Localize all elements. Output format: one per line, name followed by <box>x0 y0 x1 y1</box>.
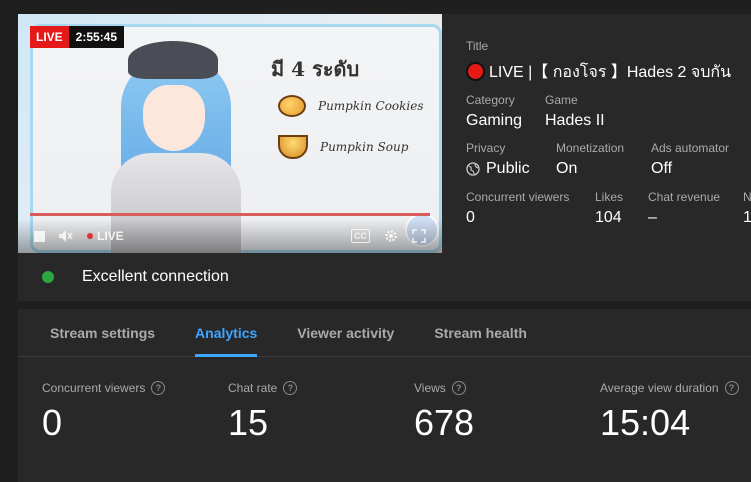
live-label: LIVE <box>30 26 69 48</box>
monetization-label: Monetization <box>556 141 625 155</box>
concurrent-viewers-field: Concurrent viewers 0 <box>466 190 569 227</box>
game-value: Hades II <box>545 112 605 129</box>
monetization-field: Monetization On <box>556 141 624 178</box>
metric-label: Chat rate <box>228 381 278 395</box>
privacy-value: Public <box>486 160 530 177</box>
likes-field: Likes 104 <box>595 190 623 227</box>
chat-revenue-value: – <box>648 209 657 226</box>
concurrent-viewers-value: 0 <box>466 209 475 226</box>
tab-viewer-activity[interactable]: Viewer activity <box>297 309 394 356</box>
red-circle-icon <box>466 62 485 81</box>
tab-stream-health[interactable]: Stream health <box>434 309 527 356</box>
category-label: Category <box>466 93 515 107</box>
progress-bar[interactable] <box>30 213 430 216</box>
connection-label: Excellent connection <box>82 268 229 285</box>
character-face <box>143 85 205 151</box>
live-dot-icon <box>87 233 93 239</box>
thumbnail-item-label: Pumpkin Cookies <box>318 99 424 113</box>
metric-value: 15 <box>228 402 269 443</box>
tab-analytics[interactable]: Analytics <box>195 309 258 357</box>
category-field: Category Gaming <box>466 93 522 130</box>
ads-automator-value: Off <box>651 160 673 177</box>
mute-icon[interactable] <box>59 230 73 242</box>
connection-status: Excellent connection <box>18 253 442 301</box>
tab-bar: Stream settings Analytics Viewer activit… <box>18 309 751 357</box>
live-indicator-label: LIVE <box>97 229 124 243</box>
ads-automator-label: Ads automator <box>651 141 730 155</box>
category-value: Gaming <box>466 112 523 129</box>
metric-value: 678 <box>414 402 475 443</box>
likes-value: 104 <box>595 209 622 226</box>
help-icon[interactable]: ? <box>151 381 166 395</box>
player-controls: LIVE CC <box>18 219 442 253</box>
video-player[interactable]: มี 4 ระดับ Pumpkin Cookies Pumpkin Soup … <box>18 14 442 253</box>
fullscreen-icon[interactable] <box>412 229 426 243</box>
concurrent-viewers-label: Concurrent viewers <box>466 190 570 204</box>
tab-stream-settings[interactable]: Stream settings <box>50 309 155 356</box>
character-hat <box>128 41 218 79</box>
stream-details: Title LIVE |【 กองโจร 】Hades 2 จบกัน Cate… <box>466 14 751 301</box>
title-label: Title <box>466 39 489 53</box>
title-field: Title LIVE |【 กองโจร 】Hades 2 จบกัน <box>466 39 731 85</box>
privacy-label: Privacy <box>466 141 506 155</box>
metric-label: Average view duration <box>600 381 719 395</box>
soup-icon <box>278 135 308 159</box>
title-value: LIVE |【 กองโจร 】Hades 2 จบกัน <box>489 64 732 81</box>
status-dot-icon <box>42 271 54 283</box>
chat-revenue-label: Chat revenue <box>648 190 721 204</box>
metric-views: Views ? 678 <box>414 381 474 444</box>
live-badge: LIVE 2:55:45 <box>30 26 125 48</box>
ads-automator-field: Ads automator Off <box>651 141 729 178</box>
metric-average-view-duration: Average view duration ? 15:04 <box>600 381 739 444</box>
truncated-field: N 1 <box>743 190 751 227</box>
thumbnail-heading: มี 4 ระดับ <box>271 57 360 81</box>
metric-concurrent-viewers: Concurrent viewers ? 0 <box>42 381 166 444</box>
privacy-field: Privacy Public <box>466 141 530 178</box>
elapsed-time: 2:55:45 <box>68 26 125 48</box>
truncated-value: 1 <box>743 209 751 226</box>
gear-icon[interactable] <box>384 229 398 243</box>
help-icon[interactable]: ? <box>724 381 739 395</box>
game-label: Game <box>545 93 578 107</box>
truncated-label: N <box>743 190 751 204</box>
pumpkin-icon <box>278 95 306 117</box>
monetization-value: On <box>556 160 578 177</box>
help-icon[interactable]: ? <box>283 381 298 395</box>
thumbnail-item-cookies: Pumpkin Cookies <box>278 95 424 117</box>
metric-chat-rate: Chat rate ? 15 <box>228 381 298 444</box>
metric-label: Concurrent viewers <box>42 381 146 395</box>
globe-icon <box>466 162 480 176</box>
chat-revenue-field: Chat revenue – <box>648 190 720 227</box>
thumbnail-item-soup: Pumpkin Soup <box>278 135 408 159</box>
metric-value: 15:04 <box>600 402 691 443</box>
game-field: Game Hades II <box>545 93 605 130</box>
stream-preview-card: มี 4 ระดับ Pumpkin Cookies Pumpkin Soup … <box>18 14 751 301</box>
thumbnail-item-label: Pumpkin Soup <box>320 140 409 154</box>
likes-label: Likes <box>595 190 624 204</box>
stop-icon[interactable] <box>34 230 45 242</box>
metric-value: 0 <box>42 402 63 443</box>
live-control-room: มี 4 ระดับ Pumpkin Cookies Pumpkin Soup … <box>0 0 751 482</box>
analytics-card: Stream settings Analytics Viewer activit… <box>18 309 751 482</box>
live-indicator[interactable]: LIVE <box>87 229 124 243</box>
help-icon[interactable]: ? <box>451 381 466 395</box>
metric-label: Views <box>414 381 446 395</box>
captions-icon[interactable]: CC <box>351 229 370 243</box>
